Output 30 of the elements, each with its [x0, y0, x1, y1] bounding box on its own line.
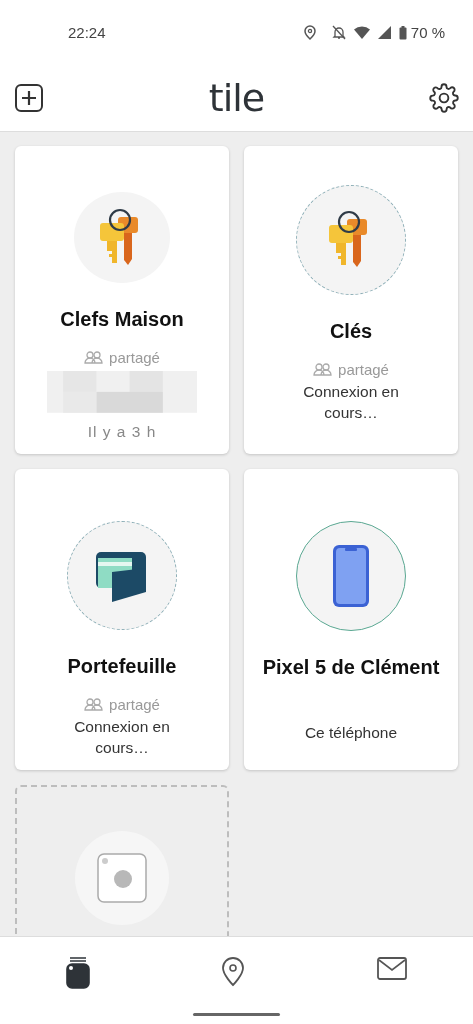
people-icon [313, 363, 334, 376]
tile-name: Clefs Maison [60, 308, 184, 332]
tile-card[interactable]: Clefs Maison partagé Il y a 3 h [15, 146, 229, 454]
tile-card[interactable]: Clés partagé Connexion en cours… [244, 146, 458, 454]
battery-icon [398, 25, 407, 40]
status-time: 22:24 [68, 24, 106, 41]
shared-label: partagé [338, 361, 389, 378]
tile-card[interactable]: Pixel 5 de Clément Ce téléphone [244, 469, 458, 770]
tile-name: Pixel 5 de Clément [262, 656, 440, 679]
battery-level: 70 % [410, 24, 445, 41]
shared-label: partagé [109, 349, 160, 367]
wifi-icon [353, 26, 370, 39]
tile-card[interactable]: Portefeuille partagé Connexion en cours… [15, 469, 229, 770]
add-button[interactable] [12, 81, 46, 115]
tile-status: Connexion en cours… [73, 717, 171, 758]
people-icon [84, 698, 105, 711]
tile-name: Clés [329, 320, 373, 343]
signal-icon [377, 26, 391, 39]
settings-button[interactable] [427, 81, 461, 115]
tile-status: Ce téléphone [304, 723, 398, 743]
muted-bell-icon [331, 25, 346, 40]
shared-label: partagé [109, 696, 160, 713]
location-icon [303, 25, 316, 40]
tile-status: Connexion en cours… [302, 382, 400, 423]
tile-device-icon [97, 853, 147, 903]
tile-name: Portefeuille [67, 655, 177, 678]
phone-icon [332, 544, 370, 608]
people-icon [84, 351, 105, 365]
tile-status: Il y a 3 h [87, 422, 157, 442]
app-logo: tile [208, 76, 265, 120]
